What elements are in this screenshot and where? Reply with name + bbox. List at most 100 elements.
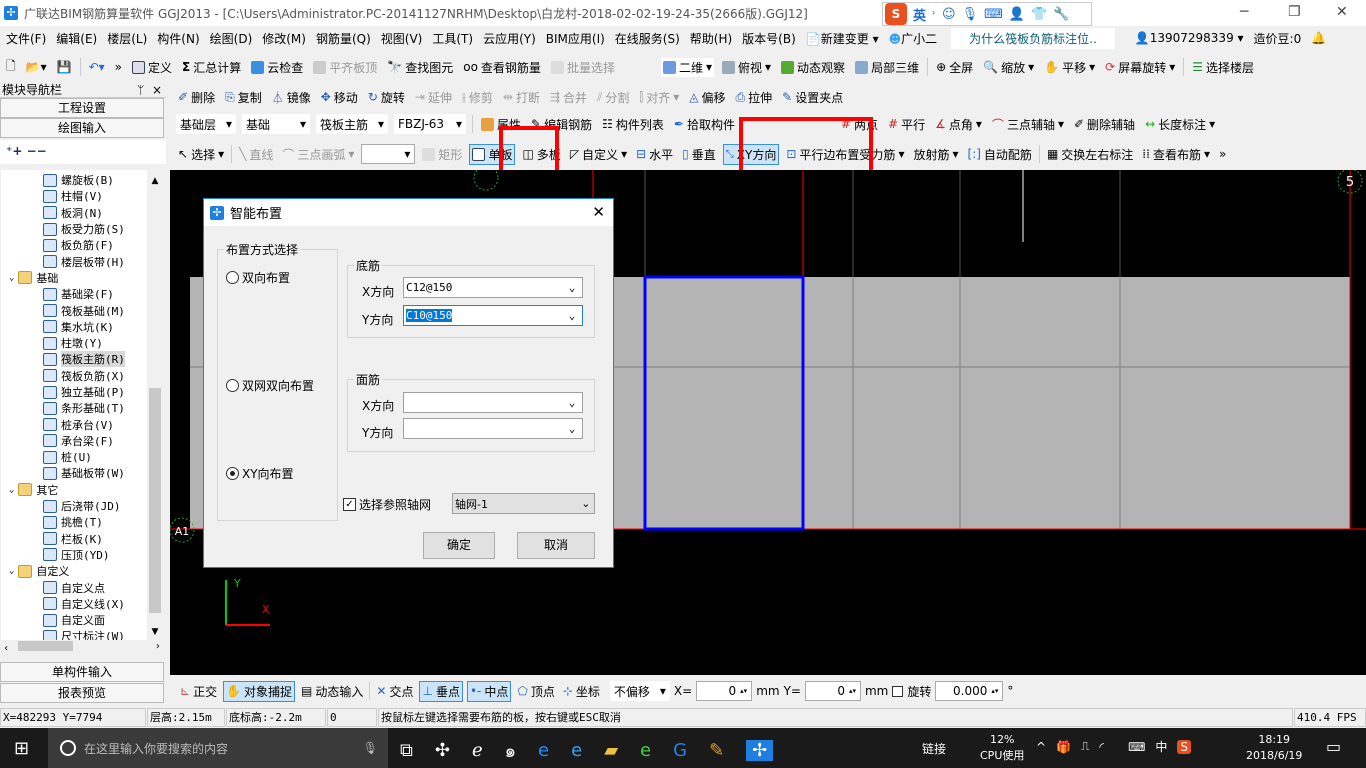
tree-folder[interactable]: ⌄ 自定义 <box>1 563 147 579</box>
emoji-icon[interactable]: ☺ <box>942 7 956 22</box>
restore-button[interactable]: ❐ <box>1288 4 1301 20</box>
layout-option-radio[interactable]: 双网双向布置 <box>226 377 314 394</box>
assistant-button[interactable]: ☻广小二 <box>889 30 938 47</box>
align-top-button[interactable]: 平齐板顶 <box>311 58 379 77</box>
arc-button[interactable]: ⌒ 三点画弧 ▾ <box>280 145 356 164</box>
rotate-input[interactable]: 0.000 ▴▾ <box>935 681 1004 701</box>
menu-floor[interactable]: 楼层(L) <box>107 30 147 47</box>
spinner-icon[interactable]: ▴▾ <box>991 687 998 695</box>
zoom-button[interactable]: 🔍 缩放 ▾ <box>981 58 1036 77</box>
calculate-button[interactable]: Σ 汇总计算 <box>180 58 243 77</box>
menu-online[interactable]: 在线服务(S) <box>615 30 680 47</box>
tree-item[interactable]: 板受力筋(S) <box>1 221 147 237</box>
notification-icon[interactable]: ▭ <box>1326 737 1341 756</box>
single-input-button[interactable]: 单构件输入 <box>0 662 164 682</box>
ref-axis-select[interactable]: 轴网-1 ⌄ <box>452 493 595 514</box>
tree-item[interactable]: 基础板带(W) <box>1 465 147 481</box>
edit-tool-button[interactable]: ⇹ 打断 <box>501 88 542 107</box>
bell-icon[interactable]: 🔔 <box>1311 31 1326 45</box>
intersection-snap-button[interactable]: ✕ 交点 <box>374 682 415 701</box>
perpendicular-snap-button[interactable]: ⊥ 垂点 <box>419 680 463 702</box>
edit-tool-button[interactable]: ✎ 设置夹点 <box>780 88 845 107</box>
local-3d-button[interactable]: 局部三维 <box>853 58 921 77</box>
view-2d-dropdown[interactable]: 二维 ▾ <box>660 57 714 77</box>
tree-item[interactable]: 螺旋板(B) <box>1 172 147 188</box>
tree-item[interactable]: 尺寸标注(W) <box>1 628 147 640</box>
bottom-x-combo[interactable]: C12@150 ⌄ <box>403 277 583 298</box>
menu-bim[interactable]: BIM应用(I) <box>546 30 605 47</box>
overflow-icon[interactable]: » <box>1217 146 1228 162</box>
type-select[interactable]: 筏板主筋 ▾ <box>316 114 388 134</box>
ie-browser-icon[interactable]: ℯ <box>472 740 483 761</box>
save-icon[interactable]: 💾 <box>55 59 74 75</box>
edit-tool-button[interactable]: ⫲ 修剪 <box>460 88 495 107</box>
keyboard-icon[interactable]: ⌨ <box>1128 740 1145 754</box>
ok-button[interactable]: 确定 <box>423 532 495 559</box>
edit-tool-button[interactable]: ⎘ 复制 <box>223 88 264 107</box>
tree-item[interactable]: 筏板基础(M) <box>1 302 147 318</box>
edit-tool-button[interactable]: ⇶ 合并 <box>548 88 589 107</box>
ortho-button[interactable]: ⊾ 正交 <box>178 682 219 701</box>
account-button[interactable]: 👤13907298339 ▾ <box>1135 31 1244 45</box>
pan-button[interactable]: ✋ 平移 ▾ <box>1042 58 1097 77</box>
pin-icon[interactable]: ᛘ <box>137 83 144 97</box>
tree-item[interactable]: 承台梁(F) <box>1 433 147 449</box>
tree-item[interactable]: 自定义点 <box>1 579 147 595</box>
wifi-icon[interactable]: ◜ <box>1099 740 1104 754</box>
layout-option-radio[interactable]: 双向布置 <box>226 269 290 286</box>
edit-tool-button[interactable]: ⫿ 对齐 ▾ <box>637 88 681 107</box>
overflow-icon[interactable]: » <box>113 59 124 75</box>
midpoint-snap-button[interactable]: •- 中点 <box>466 680 512 702</box>
cancel-button[interactable]: 取消 <box>517 532 595 559</box>
green-browser-icon[interactable]: e <box>640 740 651 761</box>
menu-view[interactable]: 视图(V) <box>381 30 423 47</box>
vertex-snap-button[interactable]: ⬠ 顶点 <box>515 682 556 701</box>
batch-select-button[interactable]: 批量选择 <box>549 58 617 77</box>
notepad-icon[interactable]: ✎ <box>709 740 724 761</box>
category-select[interactable]: 基础 ▾ <box>242 114 310 134</box>
menu-file[interactable]: 文件(F) <box>6 30 46 47</box>
menu-cloud[interactable]: 云应用(Y) <box>483 30 536 47</box>
select-floor-button[interactable]: ☰ 选择楼层 <box>1190 58 1256 77</box>
tree-item[interactable]: 集水坑(K) <box>1 319 147 335</box>
file-explorer-icon[interactable]: ▰ <box>604 740 618 761</box>
cloud-check-button[interactable]: 云检查 <box>249 58 305 77</box>
edit-tool-button[interactable]: ✐ 删除 <box>176 88 217 107</box>
point-angle-button[interactable]: ∡ 点角 ▾ <box>933 115 984 134</box>
close-button[interactable]: ✕ <box>1336 4 1348 20</box>
length-dimension-button[interactable]: ↔ 长度标注 ▾ <box>1143 115 1217 134</box>
edit-tool-button[interactable]: ⏃ 镜像 <box>270 88 313 107</box>
edit-tool-button[interactable]: ⫽ 分割 <box>595 88 631 107</box>
chevron-down-icon[interactable]: ⌄ <box>9 566 14 576</box>
screen-rotate-button[interactable]: ⟳ 屏幕旋转 ▾ <box>1103 58 1177 77</box>
undo-icon[interactable]: ↶▾ <box>87 59 107 75</box>
lang-indicator[interactable]: 中 <box>1155 738 1167 755</box>
report-preview-button[interactable]: 报表预览 <box>0 683 164 703</box>
spinner-icon[interactable]: ▴▾ <box>849 687 856 695</box>
drawing-input-button[interactable]: 绘图输入 <box>0 118 164 138</box>
new-change-button[interactable]: 📄新建变更 ▾ <box>806 30 879 47</box>
vertical-button[interactable]: ▯ 垂直 <box>680 145 718 164</box>
chevron-down-icon[interactable]: ⌄ <box>9 485 14 495</box>
menu-modify[interactable]: 修改(M) <box>262 30 306 47</box>
pick-component-button[interactable]: ✒ 拾取构件 <box>672 115 737 134</box>
edit-tool-button[interactable]: ⇥ 延伸 <box>413 88 454 107</box>
tree-item[interactable]: 板洞(N) <box>1 205 147 221</box>
link-label[interactable]: 链接 <box>922 740 946 757</box>
menu-help[interactable]: 帮助(H) <box>690 30 732 47</box>
auto-rebar-button[interactable]: [:] 自动配筋 <box>966 145 1034 164</box>
tree-item[interactable]: 栏板(K) <box>1 531 147 547</box>
edit-tool-button[interactable]: ◬ 偏移 <box>687 88 727 107</box>
tree-item[interactable]: 楼层板带(H) <box>1 253 147 269</box>
line-button[interactable]: ╲ 直线 <box>237 145 275 164</box>
swap-label-button[interactable]: ▦ 交换左右标注 <box>1045 145 1135 164</box>
user-icon[interactable]: 👤 <box>1009 7 1025 22</box>
menu-component[interactable]: 构件(N) <box>157 30 199 47</box>
tree-folder[interactable]: ⌄ 基础 <box>1 270 147 286</box>
tree-folder[interactable]: ⌄ 其它 <box>1 482 147 498</box>
tree-item[interactable]: 基础梁(F) <box>1 286 147 302</box>
horizontal-button[interactable]: ⊟ 水平 <box>634 145 675 164</box>
windows-start-icon[interactable]: ⊞ <box>14 738 29 759</box>
floor-select[interactable]: 基础层 ▾ <box>176 114 236 134</box>
component-name-select[interactable]: FBZJ-63 ▾ <box>394 114 466 134</box>
